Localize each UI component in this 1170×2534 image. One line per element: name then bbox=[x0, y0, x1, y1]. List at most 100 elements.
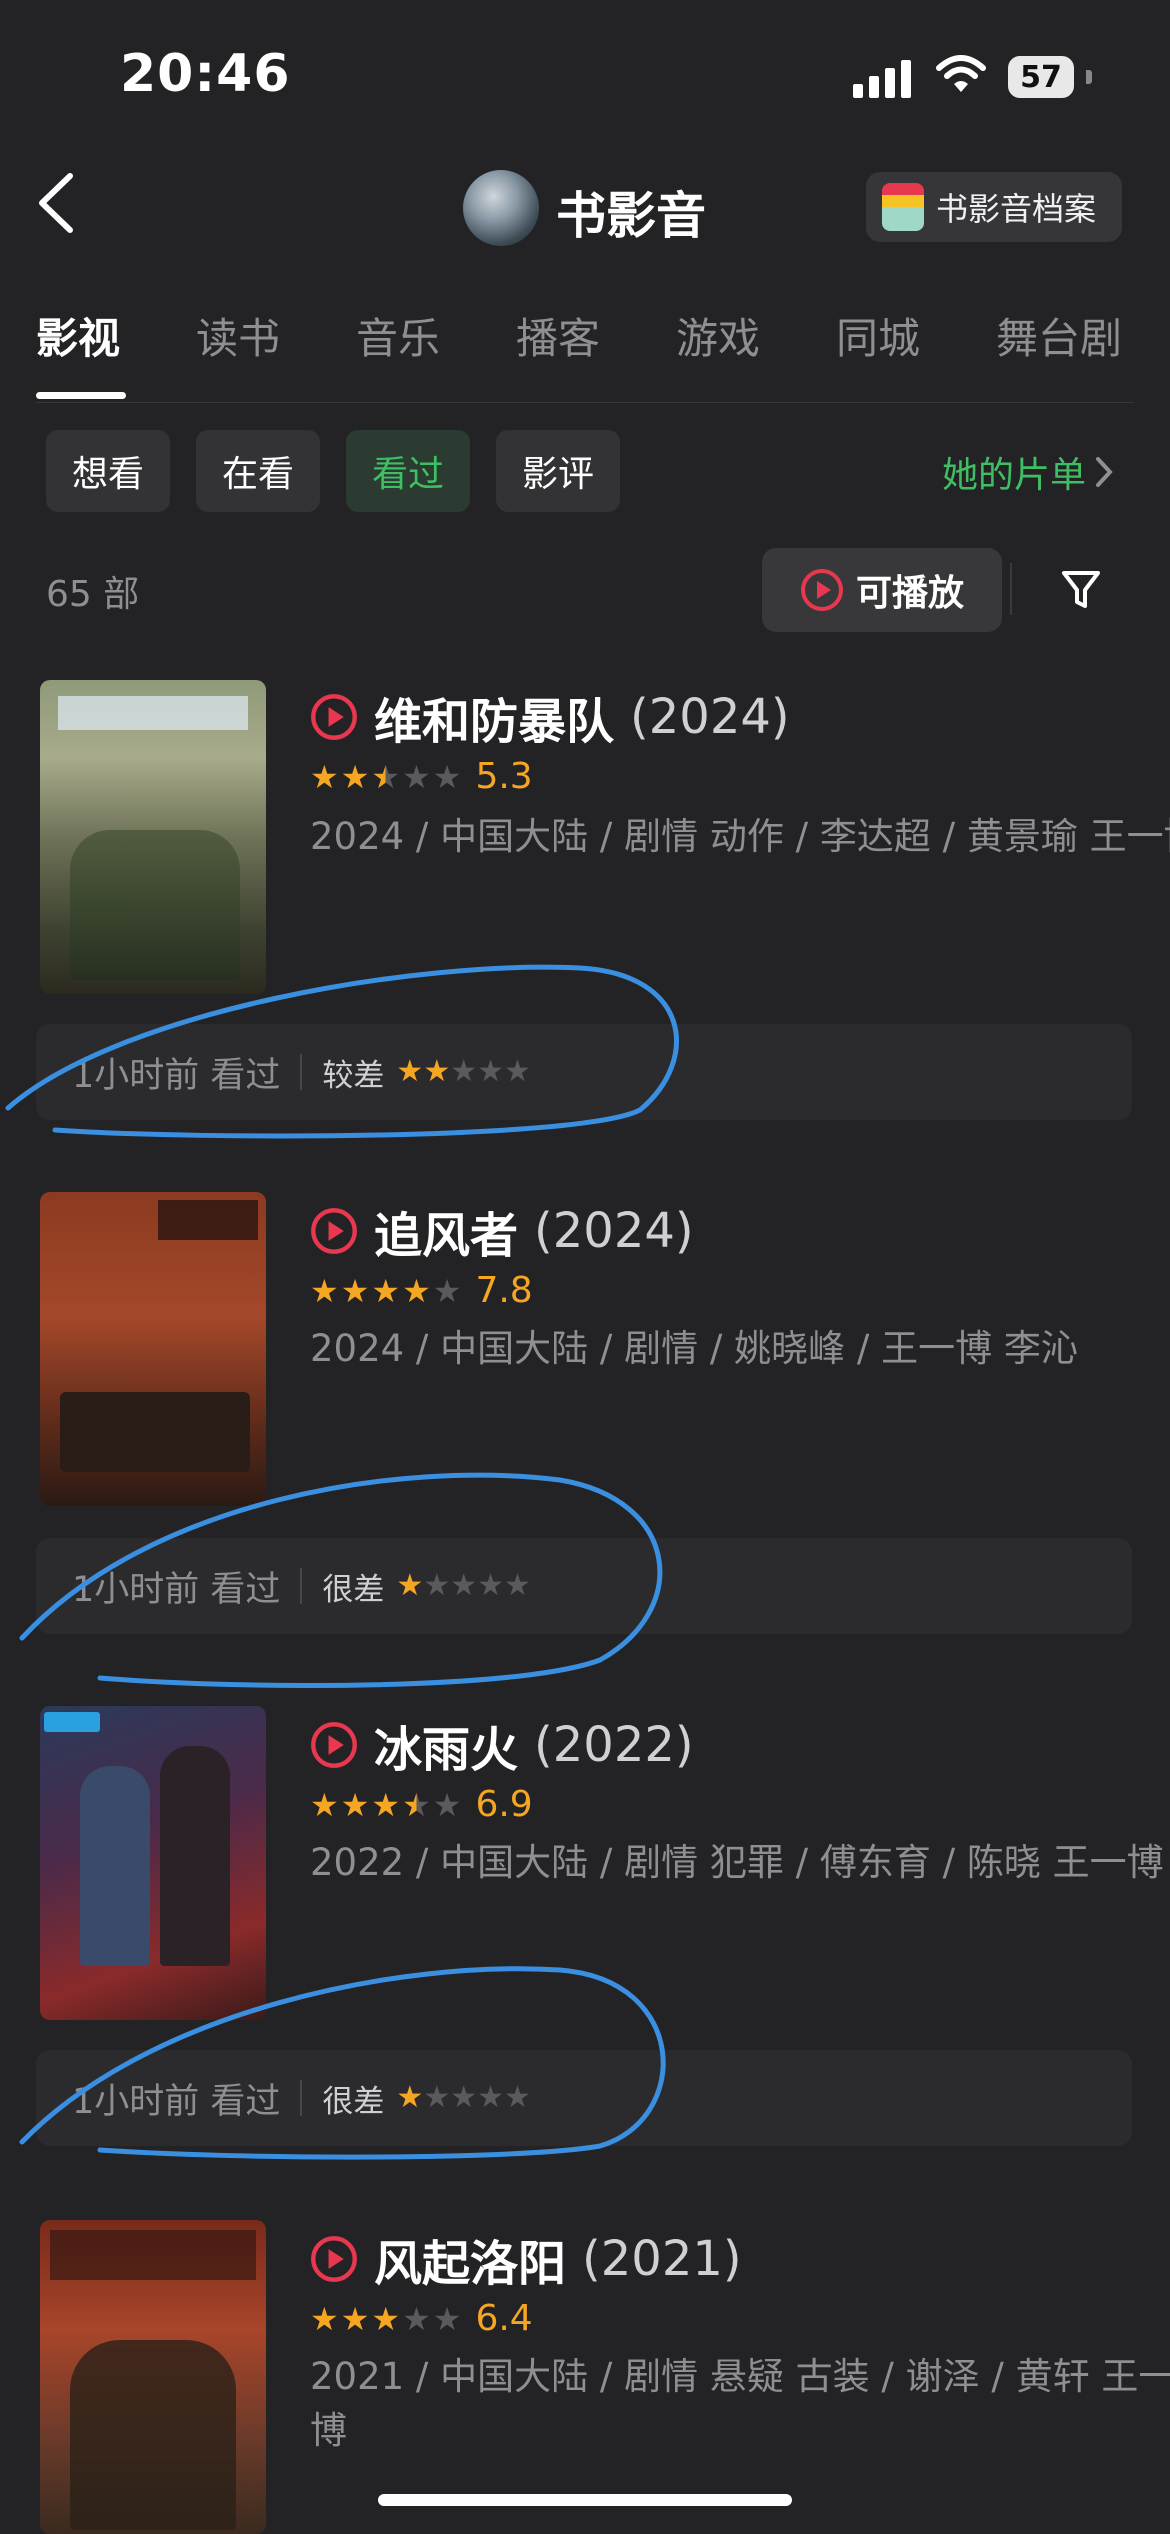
star-icon: ★ bbox=[402, 1271, 431, 1310]
play-circle-icon bbox=[311, 694, 357, 740]
wifi-icon bbox=[935, 54, 987, 98]
her-list-label: 她的片单 bbox=[942, 455, 1087, 496]
archive-icon bbox=[882, 183, 924, 231]
movie-poster[interactable] bbox=[40, 1192, 266, 1506]
movie-year: (2024) bbox=[630, 689, 790, 745]
watched-time: 1小时前 看过 bbox=[72, 2081, 281, 2122]
divider bbox=[300, 1568, 303, 1604]
user-verdict: 很差 bbox=[322, 2083, 385, 2120]
star-icon: ★ bbox=[432, 2299, 462, 2338]
movie-title: 风起洛阳 bbox=[374, 2236, 567, 2292]
movie-poster[interactable] bbox=[40, 2220, 266, 2534]
star-icon: ★ bbox=[402, 2299, 431, 2338]
tab-books[interactable]: 读书 bbox=[196, 305, 356, 366]
status-time: 20:46 bbox=[120, 44, 291, 104]
chevron-right-icon bbox=[1096, 457, 1113, 487]
divider bbox=[300, 1054, 303, 1090]
divider bbox=[1010, 563, 1012, 615]
movie-title: 维和防暴队 bbox=[374, 694, 615, 750]
rating-row: ★ ★ ★ ★ ★ 6.9 bbox=[310, 1784, 533, 1825]
movie-meta: 2021 / 中国大陆 / 剧情 悬疑 古装 / 谢泽 / 黄轩 王一博 bbox=[310, 2355, 1170, 2452]
rating-stars: ★ ★ ★ ★ ★ bbox=[310, 1275, 461, 1307]
tab-stage[interactable]: 舞台剧 bbox=[996, 305, 1156, 366]
star-icon: ★ bbox=[371, 1271, 401, 1310]
watch-status: 1小时前 看过 很差 ★★★★★ bbox=[36, 1538, 1132, 1634]
star-icon: ★ bbox=[371, 2299, 401, 2338]
star-icon: ★ bbox=[340, 1271, 370, 1310]
user-verdict: 很差 bbox=[322, 1571, 385, 1608]
movie-poster[interactable] bbox=[40, 1706, 266, 2020]
play-circle-icon bbox=[311, 2236, 357, 2282]
home-indicator[interactable] bbox=[378, 2494, 792, 2506]
avatar[interactable] bbox=[463, 170, 539, 246]
rating-row: ★ ★ ★ ★ ★ 6.4 bbox=[310, 2298, 533, 2339]
archive-button[interactable]: 书影音档案 bbox=[866, 172, 1122, 242]
category-tabs: 影视 读书 音乐 播客 游戏 同城 舞台剧 bbox=[36, 305, 1170, 366]
tab-games[interactable]: 游戏 bbox=[676, 305, 836, 366]
tab-music[interactable]: 音乐 bbox=[356, 305, 516, 366]
chevron-left-icon bbox=[39, 173, 73, 233]
movie-title-row[interactable]: 追风者 (2024) bbox=[310, 1196, 694, 1266]
movie-title-row[interactable]: 冰雨火 (2022) bbox=[310, 1710, 694, 1780]
rating-stars: ★ ★ ★ ★ ★ bbox=[310, 1789, 461, 1821]
watch-status: 1小时前 看过 很差 ★★★★★ bbox=[36, 2050, 1132, 2146]
tab-local[interactable]: 同城 bbox=[836, 305, 996, 366]
rating-score: 6.9 bbox=[475, 1784, 533, 1825]
user-stars: ★★★★★ bbox=[396, 2080, 531, 2115]
her-list-link[interactable]: 她的片单 bbox=[942, 446, 1114, 498]
playable-label: 可播放 bbox=[855, 573, 964, 614]
divider bbox=[300, 2080, 303, 2116]
page-title: 书影音 bbox=[556, 187, 706, 245]
movie-year: (2022) bbox=[534, 1717, 694, 1773]
movie-meta: 2022 / 中国大陆 / 剧情 犯罪 / 傅东育 / 陈晓 王一博 bbox=[310, 1841, 1164, 1884]
star-icon: ★ bbox=[432, 1785, 462, 1824]
rating-stars: ★ ★ ★ ★ ★ bbox=[310, 2303, 461, 2335]
star-icon: ★ bbox=[340, 757, 370, 796]
watched-time: 1小时前 看过 bbox=[72, 1569, 281, 1610]
movie-year: (2024) bbox=[534, 1203, 694, 1259]
star-icon: ★ bbox=[432, 757, 462, 796]
battery-indicator: 57 bbox=[1008, 56, 1074, 98]
user-verdict: 较差 bbox=[322, 1057, 385, 1094]
half-star-icon: ★ bbox=[402, 1785, 431, 1824]
half-star-icon: ★ bbox=[371, 757, 401, 796]
cellular-signal-icon bbox=[853, 58, 911, 98]
filter-want-to-watch[interactable]: 想看 bbox=[46, 430, 170, 512]
filter-watching[interactable]: 在看 bbox=[196, 430, 320, 512]
user-stars: ★★★★★ bbox=[396, 1054, 531, 1089]
play-circle-icon bbox=[311, 1722, 357, 1768]
star-icon: ★ bbox=[432, 1271, 462, 1310]
rating-row: ★ ★ ★ ★ ★ 5.3 bbox=[310, 756, 533, 797]
play-circle-icon bbox=[311, 1208, 357, 1254]
filter-icon[interactable] bbox=[1060, 568, 1102, 616]
movie-title: 冰雨火 bbox=[374, 1722, 519, 1778]
divider bbox=[36, 402, 1134, 403]
movie-title: 追风者 bbox=[374, 1208, 519, 1264]
star-icon: ★ bbox=[310, 1785, 339, 1824]
movie-poster[interactable] bbox=[40, 680, 266, 994]
star-icon: ★ bbox=[310, 2299, 339, 2338]
tab-podcasts[interactable]: 播客 bbox=[516, 305, 676, 366]
rating-score: 6.4 bbox=[475, 2298, 533, 2339]
filter-reviews[interactable]: 影评 bbox=[496, 430, 620, 512]
user-stars: ★★★★★ bbox=[396, 1568, 531, 1603]
movie-meta: 2024 / 中国大陆 / 剧情 动作 / 李达超 / 黄景瑜 王一博 bbox=[310, 815, 1170, 858]
item-count: 65 部 bbox=[46, 574, 140, 615]
battery-cap bbox=[1086, 70, 1092, 84]
star-icon: ★ bbox=[340, 1785, 370, 1824]
rating-score: 7.8 bbox=[475, 1270, 533, 1311]
movie-year: (2021) bbox=[582, 2231, 742, 2287]
movie-title-row[interactable]: 风起洛阳 (2021) bbox=[310, 2224, 742, 2294]
rating-score: 5.3 bbox=[475, 756, 533, 797]
watched-time: 1小时前 看过 bbox=[72, 1055, 281, 1096]
star-icon: ★ bbox=[310, 1271, 339, 1310]
star-icon: ★ bbox=[340, 2299, 370, 2338]
filter-watched[interactable]: 看过 bbox=[346, 430, 470, 512]
back-button[interactable] bbox=[34, 170, 78, 240]
playable-filter-button[interactable]: 可播放 bbox=[762, 548, 1002, 632]
movie-title-row[interactable]: 维和防暴队 (2024) bbox=[310, 682, 790, 752]
rating-stars: ★ ★ ★ ★ ★ bbox=[310, 761, 461, 793]
play-circle-icon bbox=[800, 569, 843, 611]
star-icon: ★ bbox=[310, 757, 339, 796]
tab-movies[interactable]: 影视 bbox=[36, 305, 196, 366]
